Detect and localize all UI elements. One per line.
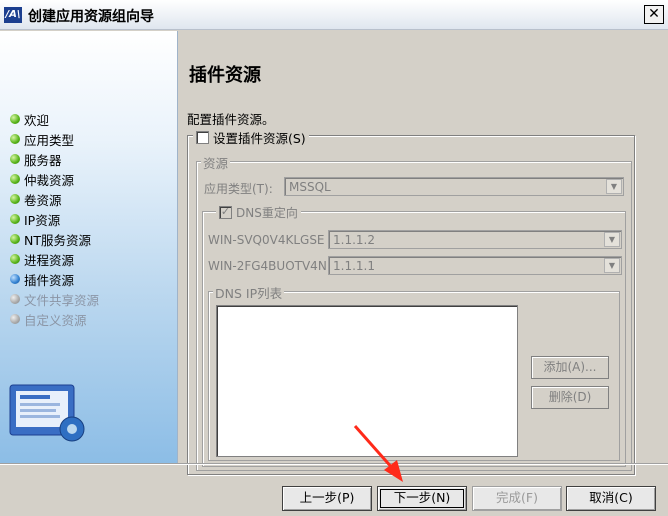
host-ip-select-2[interactable]: 1.1.1.1 ▼ bbox=[328, 256, 622, 275]
app-type-value: MSSQL bbox=[289, 180, 331, 194]
step-quorum: 仲裁资源 bbox=[10, 169, 99, 189]
host-ip-value-1: 1.1.1.2 bbox=[333, 233, 375, 247]
next-button[interactable]: 下一步(N) bbox=[377, 486, 467, 511]
window-title: 创建应用资源组向导 bbox=[28, 9, 154, 25]
step-plugin: 插件资源 bbox=[10, 269, 99, 289]
step-pending-icon bbox=[10, 294, 20, 304]
step-welcome: 欢迎 bbox=[10, 109, 99, 129]
step-current-icon bbox=[10, 274, 20, 284]
step-volume: 卷资源 bbox=[10, 189, 99, 209]
step-custom: 自定义资源 bbox=[10, 309, 99, 329]
step-pending-icon bbox=[10, 314, 20, 324]
step-process: 进程资源 bbox=[10, 249, 99, 269]
step-done-icon bbox=[10, 114, 20, 124]
step-app-type: 应用类型 bbox=[10, 129, 99, 149]
close-button[interactable]: ✕ bbox=[644, 5, 664, 24]
dns-redirect-checkbox-row[interactable]: ✓ DNS重定向 bbox=[216, 204, 301, 221]
step-nt-service: NT服务资源 bbox=[10, 229, 99, 249]
chevron-down-icon[interactable]: ▼ bbox=[604, 258, 620, 273]
step-done-icon bbox=[10, 194, 20, 204]
step-done-icon bbox=[10, 154, 20, 164]
step-file-share: 文件共享资源 bbox=[10, 289, 99, 309]
wizard-computer-icon bbox=[9, 384, 85, 442]
title-bar: /A\ 创建应用资源组向导 ✕ bbox=[0, 0, 668, 30]
app-type-label: 应用类型(T): bbox=[204, 182, 273, 196]
cancel-button[interactable]: 取消(C) bbox=[566, 486, 656, 511]
step-ip: IP资源 bbox=[10, 209, 99, 229]
previous-button[interactable]: 上一步(P) bbox=[282, 486, 372, 511]
step-done-icon bbox=[10, 254, 20, 264]
app-type-select[interactable]: MSSQL ▼ bbox=[284, 177, 624, 196]
app-logo-icon: /A\ bbox=[4, 7, 22, 23]
finish-button[interactable]: 完成(F) bbox=[472, 486, 562, 511]
configure-plugin-label: 设置插件资源(S) bbox=[213, 131, 306, 146]
step-done-icon bbox=[10, 134, 20, 144]
resource-group-label: 资源 bbox=[201, 153, 231, 172]
wizard-sidebar: 欢迎 应用类型 服务器 仲裁资源 卷资源 IP资源 NT服务资源 进程资源 插件… bbox=[0, 31, 178, 463]
chevron-down-icon[interactable]: ▼ bbox=[604, 232, 620, 247]
page-description: 配置插件资源。 bbox=[187, 112, 275, 127]
host-name-1: WIN-SVQ0V4KLGSE bbox=[208, 233, 325, 247]
dns-ip-list-label: DNS IP列表 bbox=[213, 283, 285, 302]
chevron-down-icon[interactable]: ▼ bbox=[606, 179, 622, 194]
step-done-icon bbox=[10, 234, 20, 244]
configure-plugin-checkbox[interactable] bbox=[196, 131, 209, 144]
step-servers: 服务器 bbox=[10, 149, 99, 169]
step-done-icon bbox=[10, 174, 20, 184]
host-name-2: WIN-2FG4BUOTV4N bbox=[208, 259, 327, 273]
wizard-footer: 上一步(P) 下一步(N) 完成(F) 取消(C) bbox=[0, 463, 668, 516]
host-ip-value-2: 1.1.1.1 bbox=[333, 259, 375, 273]
dns-redirect-label: DNS重定向 bbox=[236, 206, 298, 220]
wizard-steps: 欢迎 应用类型 服务器 仲裁资源 卷资源 IP资源 NT服务资源 进程资源 插件… bbox=[10, 109, 99, 329]
dns-ip-list[interactable] bbox=[216, 305, 518, 457]
host-ip-select-1[interactable]: 1.1.1.2 ▼ bbox=[328, 230, 622, 249]
delete-dns-ip-button[interactable]: 删除(D) bbox=[531, 386, 609, 409]
step-done-icon bbox=[10, 214, 20, 224]
page-title: 插件资源 bbox=[189, 65, 261, 86]
configure-plugin-checkbox-row[interactable]: 设置插件资源(S) bbox=[193, 128, 309, 147]
add-dns-ip-button[interactable]: 添加(A)... bbox=[531, 356, 609, 379]
dns-redirect-checkbox[interactable]: ✓ bbox=[219, 206, 232, 219]
